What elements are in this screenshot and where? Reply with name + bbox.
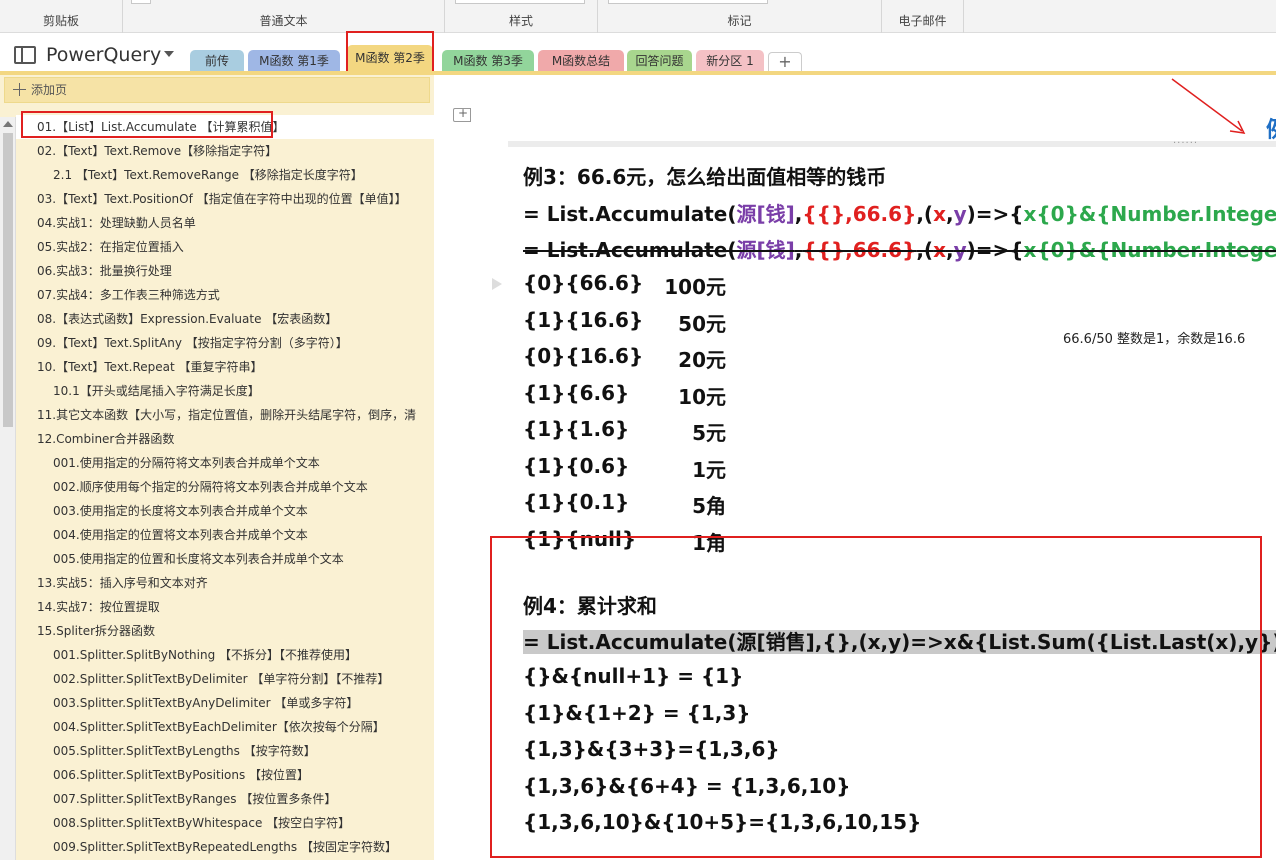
section-tab-5[interactable]: 回答问题 [627,50,692,72]
page-item[interactable]: 005.Splitter.SplitTextByLengths 【按字符数】 [16,739,434,763]
table-cell-denomination: 20元 [678,348,726,372]
page-list-pane: 添加页 01.【List】List.Accumulate 【计算累积值】 02.【… [0,75,434,860]
page-item[interactable]: 09.【Text】Text.SplitAny 【按指定字符分割（多字符）】 [16,331,434,355]
page-item[interactable]: 006.Splitter.SplitTextByPositions 【按位置】 [16,763,434,787]
container-handle[interactable]: ······ [1173,139,1198,149]
table-cell-state: {0}{16.6} [523,344,644,368]
page-item[interactable]: 2.1 【Text】Text.RemoveRange 【移除指定长度字符】 [16,163,434,187]
onenote-window: 剪贴板 普通文本 样式 标记 电子邮件 PowerQuery 前传 M函数 第1… [0,0,1276,860]
add-page-label: 添加页 [31,83,68,97]
ribbon-group-label: 电子邮件 [898,14,947,28]
formula-line-struck: = List.Accumulate(源[钱],{{},66.6},(x,y)=>… [523,238,1276,262]
scroll-thumb[interactable] [3,133,13,427]
formula-line: = List.Accumulate(源[钱],{{},66.6},(x,y)=>… [523,202,1276,226]
page-item[interactable]: 08.【表达式函数】Expression.Evaluate 【宏表函数】 [16,307,434,331]
page-item[interactable]: 002.Splitter.SplitTextByDelimiter 【单字符分割… [16,667,434,691]
page-item[interactable]: 15.Spliter拆分器函数 [16,619,434,643]
page-item[interactable]: 008.Splitter.SplitTextByWhitespace 【按空白字… [16,811,434,835]
table-cell-state: {1}{0.6} [523,453,630,478]
table-cell-state: {0}{66.6} [523,271,644,295]
cut-off-heading: 例 [1266,112,1276,144]
page-item[interactable]: 11.其它文本函数【大小写，指定位置值，删除开头结尾字符，倒序，清 [16,403,434,427]
ribbon-group-label: 剪贴板 [42,14,79,28]
page-list-scrollbar[interactable] [0,117,16,860]
chevron-down-icon[interactable] [164,51,174,57]
section-tab-4[interactable]: M函数总结 [538,50,624,72]
table-cell-denomination: 50元 [678,311,726,336]
page-item[interactable]: 003.Splitter.SplitTextByAnyDelimiter 【单或… [16,691,434,715]
highlight-box-selected-page [21,111,273,138]
page-item[interactable]: 002.顺序使用每个指定的分隔符将文本列表合并成单个文本 [16,475,434,499]
paragraph-handle-icon[interactable] [492,278,502,290]
ribbon-group-label: 标记 [727,14,752,28]
ribbon-group-label: 样式 [508,14,533,28]
styles-gallery[interactable] [455,0,585,4]
ribbon-group-styles: 样式 [445,0,598,33]
annotation-arrow [1171,78,1246,134]
page-item[interactable]: 05.实战2：在指定位置插入 [16,235,434,259]
section-tab-1[interactable]: M函数 第1季 [248,50,340,72]
page-item[interactable]: 003.使用指定的长度将文本列表合并成单个文本 [16,499,434,523]
page-item[interactable]: 001.使用指定的分隔符将文本列表合并成单个文本 [16,451,434,475]
ribbon-group-label: 普通文本 [259,14,308,28]
page-item[interactable]: 07.实战4：多工作表三种筛选方式 [16,283,434,307]
ribbon-group-email: 电子邮件 [882,0,964,33]
section-tab-6[interactable]: 新分区 1 [696,50,764,72]
table-cell-denomination: 5元 [692,421,726,445]
notebook-icon[interactable] [14,46,36,64]
page-item[interactable]: 10.【Text】Text.Repeat 【重复字符串】 [16,355,434,379]
table-cell-state: {1}{6.6} [523,380,630,405]
page-item[interactable]: 009.Splitter.SplitTextByRepeatedLengths … [16,835,434,859]
page-item[interactable]: 06.实战3：批量换行处理 [16,259,434,283]
expand-pane-icon[interactable] [453,106,471,122]
table-cell-denomination: 100元 [664,275,726,299]
page-item[interactable]: 10.1【开头或结尾插入字符满足长度】 [16,379,434,403]
add-section-button[interactable]: + [768,52,802,72]
highlight-box-example-4 [490,536,1262,858]
table-cell-state: {1}{0.1} [523,490,630,514]
highlight-box-active-tab [346,31,434,73]
side-note: 66.6/50 整数是1，余数是16.6 [1063,332,1246,347]
add-page-button[interactable]: 添加页 [4,77,430,103]
page-item[interactable]: 004.Splitter.SplitTextByEachDelimiter【依次… [16,715,434,739]
page-item[interactable]: 14.实战7：按位置提取 [16,595,434,619]
table-cell-denomination: 1元 [692,457,726,482]
ribbon-group-clipboard: 剪贴板 [0,0,123,33]
notebook-title[interactable]: PowerQuery [46,44,161,66]
example-3-title: 例3：66.6元，怎么给出面值相等的钱币 [523,165,887,189]
tags-gallery[interactable] [608,0,768,4]
page-item[interactable]: 004.使用指定的位置将文本列表合并成单个文本 [16,523,434,547]
page-item[interactable]: 13.实战5：插入序号和文本对齐 [16,571,434,595]
ribbon-control-stub[interactable] [131,0,151,4]
page-item[interactable]: 12.Combiner合并器函数 [16,427,434,451]
ribbon-group-basic-text: 普通文本 [123,0,445,33]
table-cell-denomination: 10元 [678,384,726,409]
section-tab-0[interactable]: 前传 [190,50,244,72]
page-item[interactable]: 02.【Text】Text.Remove【移除指定字符】 [16,139,434,163]
page-item[interactable]: 007.Splitter.SplitTextByRanges 【按位置多条件】 [16,787,434,811]
page-item[interactable]: 005.使用指定的位置和长度将文本列表合并成单个文本 [16,547,434,571]
table-cell-state: {1}{1.6} [523,417,630,441]
ribbon: 剪贴板 普通文本 样式 标记 电子邮件 [0,0,1276,33]
page-item[interactable]: 001.Splitter.SplitByNothing 【不拆分】【不推荐使用】 [16,643,434,667]
section-tab-3[interactable]: M函数 第3季 [442,50,534,72]
page-item[interactable]: 04.实战1：处理缺勤人员名单 [16,211,434,235]
scroll-up-icon[interactable] [3,121,13,127]
plus-icon [13,83,26,96]
notebook-header: PowerQuery 前传 M函数 第1季 M函数 第2季 M函数 第3季 M函… [0,34,1276,72]
table-cell-denomination: 5角 [692,494,726,518]
table-cell-state: {1}{16.6} [523,307,644,332]
page-item[interactable]: 03.【Text】Text.PositionOf 【指定值在字符中出现的位置【单… [16,187,434,211]
ribbon-group-tags: 标记 [598,0,882,33]
